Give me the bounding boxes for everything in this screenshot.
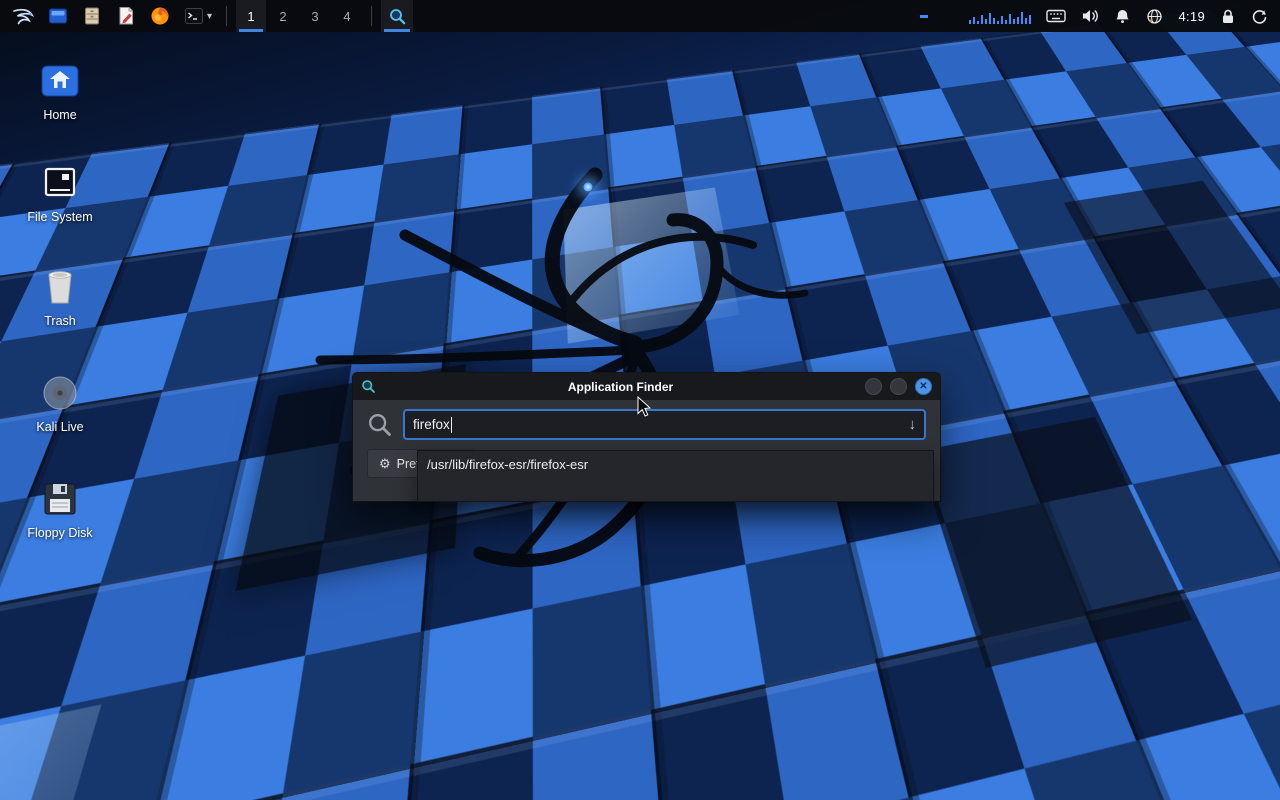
window-titlebar[interactable]: Application Finder ✕ bbox=[353, 373, 940, 400]
bell-icon bbox=[1114, 8, 1131, 25]
volume-control[interactable] bbox=[1081, 0, 1099, 32]
text-editor-icon bbox=[115, 5, 137, 27]
trash-icon bbox=[41, 267, 79, 307]
kali-live-disc-icon bbox=[40, 373, 80, 413]
desktop-icon-trash[interactable]: Trash bbox=[12, 264, 108, 328]
volume-icon bbox=[1081, 8, 1099, 24]
light-glass-cube bbox=[0, 704, 102, 800]
workspace-1[interactable]: 1 bbox=[236, 0, 266, 32]
network-manager[interactable] bbox=[1146, 0, 1163, 32]
combo-dropdown-arrow-icon[interactable]: ↓ bbox=[909, 417, 917, 432]
launcher-dropdown-chevron-icon[interactable]: ▾ bbox=[207, 11, 212, 22]
desktop-icon-label: Trash bbox=[12, 314, 108, 328]
panel-separator bbox=[226, 6, 227, 26]
dark-glass-cube bbox=[917, 417, 1193, 668]
system-tray: 4:19 bbox=[920, 0, 1274, 32]
text-editor-launcher[interactable] bbox=[110, 0, 142, 32]
firefox-launcher[interactable] bbox=[144, 0, 176, 32]
file-system-drive-icon bbox=[40, 163, 80, 203]
file-manager-icon bbox=[47, 5, 69, 27]
floppy-disk-icon bbox=[41, 480, 79, 518]
desktop-icon-kali-live[interactable]: Kali Live bbox=[12, 370, 108, 434]
search-icon bbox=[388, 7, 407, 26]
minimize-button[interactable] bbox=[865, 378, 882, 395]
search-glass-icon bbox=[367, 412, 393, 438]
firefox-icon bbox=[149, 5, 171, 27]
kali-logo-icon bbox=[11, 4, 35, 28]
file-manager-launcher[interactable] bbox=[42, 0, 74, 32]
keyboard-icon bbox=[1046, 9, 1066, 23]
lock-icon bbox=[1220, 8, 1236, 25]
terminal-icon bbox=[183, 5, 205, 27]
notifications[interactable] bbox=[1114, 0, 1131, 32]
workspace-2[interactable]: 2 bbox=[268, 0, 298, 32]
power-restart-icon bbox=[1251, 8, 1268, 25]
desktop-icon-label: File System bbox=[12, 210, 108, 224]
search-input-value: firefox bbox=[413, 417, 450, 432]
desktop-icon-label: Home bbox=[12, 108, 108, 122]
file-cabinet-launcher[interactable] bbox=[76, 0, 108, 32]
gear-icon: ⚙ bbox=[379, 457, 391, 470]
window-title: Application Finder bbox=[384, 380, 857, 394]
wallpaper-glow-dot bbox=[583, 182, 593, 192]
network-icon bbox=[1146, 8, 1163, 25]
window-search-icon bbox=[361, 379, 376, 394]
kali-dragon-silhouette bbox=[265, 105, 915, 590]
desktop-icon-home[interactable]: Home bbox=[12, 58, 108, 122]
desktop: ▾ 1 2 3 4 bbox=[0, 0, 1280, 800]
workspace-3[interactable]: 3 bbox=[300, 0, 330, 32]
maximize-button[interactable] bbox=[890, 378, 907, 395]
desktop-icon-file-system[interactable]: File System bbox=[12, 160, 108, 224]
search-input[interactable]: firefox ↓ bbox=[403, 409, 926, 440]
keyboard-indicator[interactable] bbox=[1046, 0, 1066, 32]
panel-separator bbox=[371, 6, 372, 26]
clock[interactable]: 4:19 bbox=[1178, 0, 1205, 32]
desktop-icon-label: Kali Live bbox=[12, 420, 108, 434]
top-panel: ▾ 1 2 3 4 bbox=[0, 0, 1280, 32]
dark-glass-cube bbox=[1064, 181, 1280, 335]
home-icon bbox=[39, 62, 81, 100]
completion-item[interactable]: /usr/lib/firefox-esr/firefox-esr bbox=[418, 451, 933, 478]
session-restart-button[interactable] bbox=[1251, 0, 1268, 32]
text-caret bbox=[451, 417, 452, 433]
lock-screen-button[interactable] bbox=[1220, 0, 1236, 32]
network-activity-indicator bbox=[920, 15, 928, 18]
desktop-icon-floppy-disk[interactable]: Floppy Disk bbox=[12, 476, 108, 540]
terminal-launcher[interactable]: ▾ bbox=[178, 0, 217, 32]
close-button[interactable]: ✕ bbox=[915, 378, 932, 395]
cpu-graph[interactable] bbox=[969, 8, 1031, 24]
desktop-icon-label: Floppy Disk bbox=[12, 526, 108, 540]
workspace-4[interactable]: 4 bbox=[332, 0, 362, 32]
completion-popup: /usr/lib/firefox-esr/firefox-esr bbox=[417, 450, 934, 502]
taskbar-application-finder[interactable] bbox=[381, 0, 413, 32]
kali-menu-button[interactable] bbox=[6, 0, 40, 32]
close-icon: ✕ bbox=[919, 382, 927, 392]
file-cabinet-icon bbox=[81, 5, 103, 27]
